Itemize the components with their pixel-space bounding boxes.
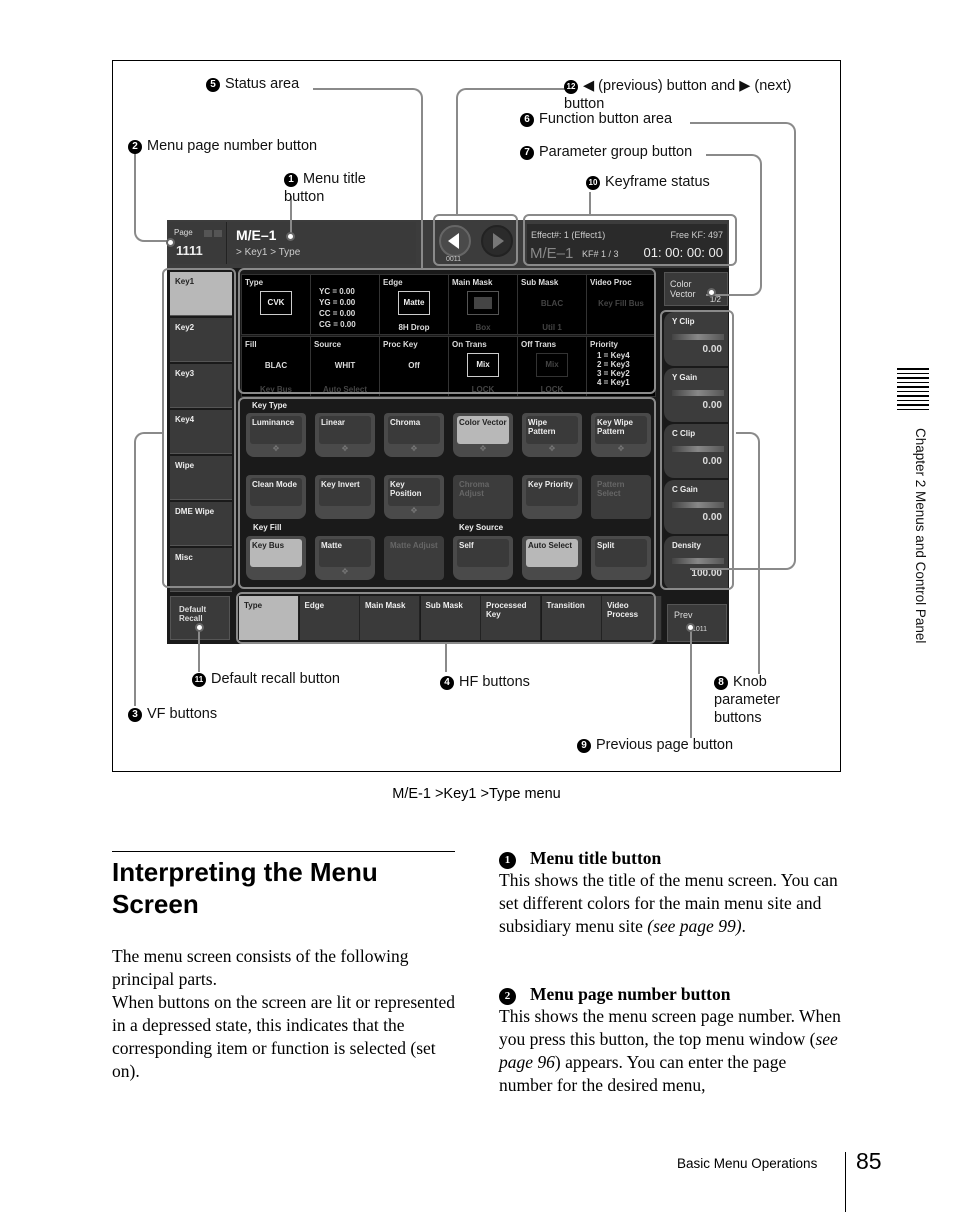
callout-menu-title: 1 Menu title button xyxy=(284,170,384,206)
default-recall-label: Default Recall xyxy=(179,605,207,623)
menu-title: M/E–1 xyxy=(236,227,277,243)
item-number: 2 xyxy=(499,988,516,1005)
prev-label: Prev xyxy=(674,610,693,620)
leader-vf xyxy=(134,432,164,706)
paragraph: When buttons on the screen are lit or re… xyxy=(112,992,456,1081)
leader-dot xyxy=(707,288,716,297)
section-rule xyxy=(112,851,455,852)
leader-prev xyxy=(690,628,692,738)
callout-number: 2 xyxy=(128,140,142,154)
vf-highlight xyxy=(162,268,236,588)
callout-number: 11 xyxy=(192,673,206,687)
callout-prev-next: 12 ◀ (previous) button and ▶ (next) butto… xyxy=(564,77,824,113)
hf-highlight xyxy=(236,592,656,644)
callout-page-number: 2 Menu page number button xyxy=(128,137,317,155)
callout-function-area: 6 Function button area xyxy=(520,110,672,128)
callout-label: Status area xyxy=(225,76,300,92)
callout-label: Function button area xyxy=(539,111,673,127)
callout-default-recall: 11 Default recall button xyxy=(192,670,340,688)
figure-caption: M/E-1 >Key1 >Type menu xyxy=(392,786,561,802)
leader-dot xyxy=(286,232,295,241)
callout-prev-page: 9 Previous page button xyxy=(577,736,733,754)
callout-number: 10 xyxy=(586,176,600,190)
leader-dot xyxy=(686,623,695,632)
callout-number: 6 xyxy=(520,113,534,127)
callout-number: 8 xyxy=(714,676,728,690)
callout-knob: 8 Knob parameter buttons xyxy=(714,673,824,727)
section-title: Interpreting the Menu Screen xyxy=(112,856,378,920)
leader-kf xyxy=(589,192,591,214)
leader-dot xyxy=(166,238,175,247)
paragraph: The menu screen consists of the followin… xyxy=(112,946,409,989)
page-indicator xyxy=(214,230,222,237)
callout-param-group: 7 Parameter group button xyxy=(520,143,692,161)
footer-section: Basic Menu Operations xyxy=(677,1156,818,1171)
callout-number: 5 xyxy=(206,78,220,92)
page-label: Page xyxy=(174,228,193,237)
callout-number: 12 xyxy=(564,80,578,94)
callout-label: Previous page button xyxy=(596,737,734,753)
leader-param xyxy=(706,154,762,296)
callout-label: Parameter group button xyxy=(539,144,693,160)
title-line: Screen xyxy=(112,889,199,919)
menu-path: > Key1 > Type xyxy=(236,247,301,258)
callout-label: VF buttons xyxy=(147,706,218,722)
callout-keyframe: 10 Keyframe status xyxy=(586,173,710,191)
item-2: 2 Menu page number button This shows the … xyxy=(499,984,844,1097)
leader-hf xyxy=(445,644,447,672)
item-number: 1 xyxy=(499,852,516,869)
callout-number: 9 xyxy=(577,739,591,753)
item-text: This shows the menu screen page number. … xyxy=(499,1006,841,1049)
callout-label: Keyframe status xyxy=(605,174,710,190)
status-highlight xyxy=(238,268,656,394)
intro-text: The menu screen consists of the followin… xyxy=(112,945,457,1083)
item-title: Menu title button xyxy=(530,848,662,868)
leader-knob xyxy=(736,432,760,674)
page-number: 1111 xyxy=(176,243,203,258)
item-title: Menu page number button xyxy=(530,984,731,1004)
previous-page-button[interactable]: Prev 1011 xyxy=(667,604,727,642)
leader-dot xyxy=(195,623,204,632)
nav-highlight xyxy=(433,214,518,266)
leader-default xyxy=(198,628,200,672)
chapter-tab-marker xyxy=(897,368,929,413)
page-reference-link[interactable]: (see page 99) xyxy=(647,916,741,936)
callout-number: 4 xyxy=(440,676,454,690)
item-1: 1 Menu title button This shows the title … xyxy=(499,848,844,938)
callout-label: Menu page number button xyxy=(147,138,318,154)
menu-page-number-button[interactable]: Page 1111 xyxy=(168,222,227,264)
callout-label: ◀ (previous) button and ▶ (next) button xyxy=(564,78,792,112)
function-highlight xyxy=(238,397,656,589)
page-number: 85 xyxy=(856,1148,882,1174)
callout-hf: 4 HF buttons xyxy=(440,673,530,691)
item-text: . xyxy=(741,916,746,936)
callout-label: HF buttons xyxy=(459,674,530,690)
leader-page xyxy=(134,152,170,242)
default-recall-button[interactable]: Default Recall xyxy=(170,596,230,640)
callout-number: 7 xyxy=(520,146,534,160)
chapter-tab-label: Chapter 2 Menus and Control Panel xyxy=(913,428,928,644)
footer-divider xyxy=(845,1152,846,1212)
callout-number: 1 xyxy=(284,173,298,187)
callout-number: 3 xyxy=(128,708,142,722)
page-indicator xyxy=(204,230,212,237)
callout-label: Default recall button xyxy=(211,671,340,687)
title-line: Interpreting the Menu xyxy=(112,857,378,887)
callout-vf: 3 VF buttons xyxy=(128,705,217,723)
callout-status-area: 5 Status area xyxy=(206,75,299,93)
